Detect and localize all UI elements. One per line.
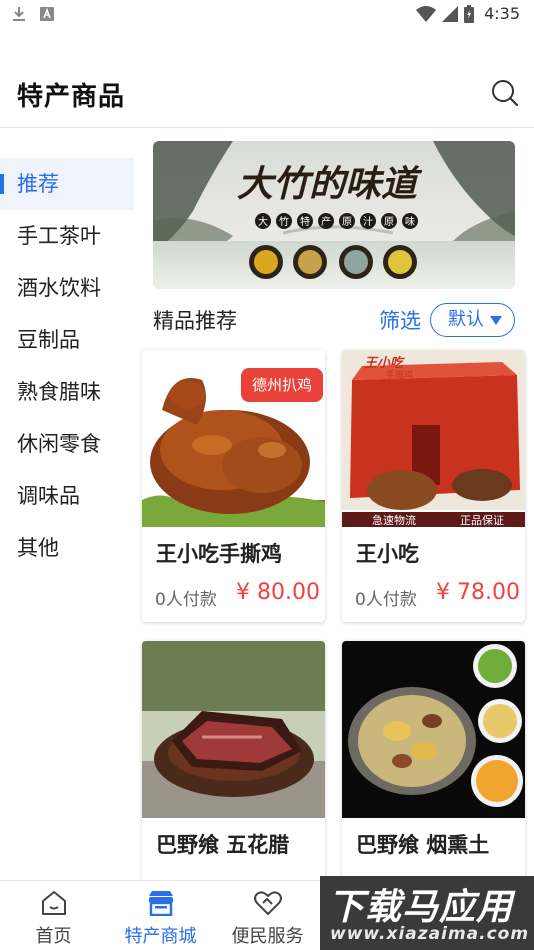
product-name: 巴野飨 烟熏土 [356, 833, 490, 857]
product-buyers: 0人付款 [355, 590, 417, 610]
filter-button[interactable]: 筛选 [379, 305, 421, 335]
watermark-logo: 下载马应用 www.xiazaima.com [320, 876, 534, 950]
category-sidebar: 推荐 手工茶叶 酒水饮料 豆制品 熟食腊味 休闲零食 调味品 其他 [0, 158, 134, 574]
sidebar-item-label: 调味品 [17, 484, 80, 508]
status-time: 4:35 [484, 4, 520, 23]
sidebar-item-label: 豆制品 [17, 328, 80, 352]
heart-hands-icon [253, 891, 282, 915]
banner-headline: 大竹的味道 [237, 163, 423, 205]
banner-tagline-char: 味 [405, 216, 415, 228]
notification-a-icon [40, 7, 54, 21]
product-image [142, 641, 325, 818]
product-card[interactable]: 巴野飨 五花腊 [142, 641, 325, 901]
nav-services[interactable]: 便民服务 [214, 881, 321, 950]
sort-dropdown[interactable]: 默认 [430, 303, 515, 337]
watermark-sub: www.xiazaima.com [330, 924, 530, 944]
product-buyers: 0人付款 [155, 590, 217, 610]
product-tag: 德州扒鸡 [241, 368, 323, 402]
product-image: 德州扒鸡 [142, 350, 325, 527]
product-price: ¥ 78.00 [436, 580, 520, 605]
nav-shop[interactable]: 特产商城 [107, 881, 214, 950]
search-icon[interactable] [490, 78, 520, 108]
nav-home-label: 首页 [35, 926, 72, 947]
signal-icon [442, 5, 459, 22]
product-image [342, 641, 525, 818]
sidebar-item-label: 推荐 [17, 172, 59, 196]
product-price: ¥ 80.00 [236, 580, 320, 605]
product-image: 王小吃 手撕鸡 急速物流 正品保证 [342, 350, 525, 527]
nav-home[interactable]: 首页 [0, 881, 107, 950]
box-strip-right: 正品保证 [460, 514, 504, 527]
sidebar-item-bean-products[interactable]: 豆制品 [0, 314, 134, 366]
product-name: 王小吃手撕鸡 [156, 542, 282, 566]
page-title: 特产商品 [17, 82, 126, 112]
product-name: 巴野飨 五花腊 [156, 833, 290, 857]
sidebar-item-seasoning[interactable]: 调味品 [0, 470, 134, 522]
box-strip-left: 急速物流 [372, 514, 416, 527]
sidebar-item-label: 酒水饮料 [17, 276, 101, 300]
banner-tagline-char: 原 [384, 216, 394, 228]
product-card[interactable]: 巴野飨 烟熏土 [342, 641, 525, 901]
status-bar: 4:35 [0, 0, 534, 30]
promo-banner[interactable]: 大竹的味道 大 竹 特 产 原 汁 原 味 [153, 141, 515, 289]
product-card[interactable]: 德州扒鸡 王小吃手撕鸡 0人付款 ¥ 80.00 [142, 350, 325, 622]
sidebar-item-drinks[interactable]: 酒水饮料 [0, 262, 134, 314]
caret-down-icon [490, 316, 502, 325]
banner-tagline-char: 原 [342, 216, 352, 228]
nav-shop-label: 特产商城 [124, 926, 197, 947]
product-card[interactable]: 王小吃 手撕鸡 急速物流 正品保证 王小吃 0人付款 ¥ 78.00 [342, 350, 525, 622]
product-name: 王小吃 [356, 542, 419, 566]
download-icon [13, 7, 25, 21]
sidebar-item-label: 手工茶叶 [17, 224, 101, 248]
box-sub: 手撕鸡 [386, 371, 414, 381]
sidebar-item-cured-meat[interactable]: 熟食腊味 [0, 366, 134, 418]
home-icon [41, 891, 66, 915]
sidebar-item-recommend[interactable]: 推荐 [0, 158, 134, 210]
nav-services-label: 便民服务 [231, 926, 304, 947]
sidebar-item-tea[interactable]: 手工茶叶 [0, 210, 134, 262]
wifi-icon [416, 5, 437, 22]
banner-tagline-char: 特 [300, 216, 310, 228]
watermark-main: 下载马应用 [328, 887, 514, 928]
battery-icon [464, 4, 475, 23]
banner-tagline-char: 竹 [279, 215, 289, 228]
sidebar-item-label: 熟食腊味 [17, 380, 101, 404]
app-header: 特产商品 [0, 58, 534, 128]
sidebar-item-label: 其他 [17, 536, 59, 560]
sidebar-item-label: 休闲零食 [17, 432, 101, 456]
sort-dropdown-value: 默认 [448, 309, 484, 330]
banner-tagline-char: 大 [258, 215, 268, 228]
banner-tagline-char: 汁 [363, 215, 373, 228]
sidebar-item-other[interactable]: 其他 [0, 522, 134, 574]
sidebar-item-snacks[interactable]: 休闲零食 [0, 418, 134, 470]
shop-icon [148, 891, 173, 916]
banner-tagline-char: 产 [321, 215, 331, 228]
section-title: 精品推荐 [153, 309, 237, 333]
